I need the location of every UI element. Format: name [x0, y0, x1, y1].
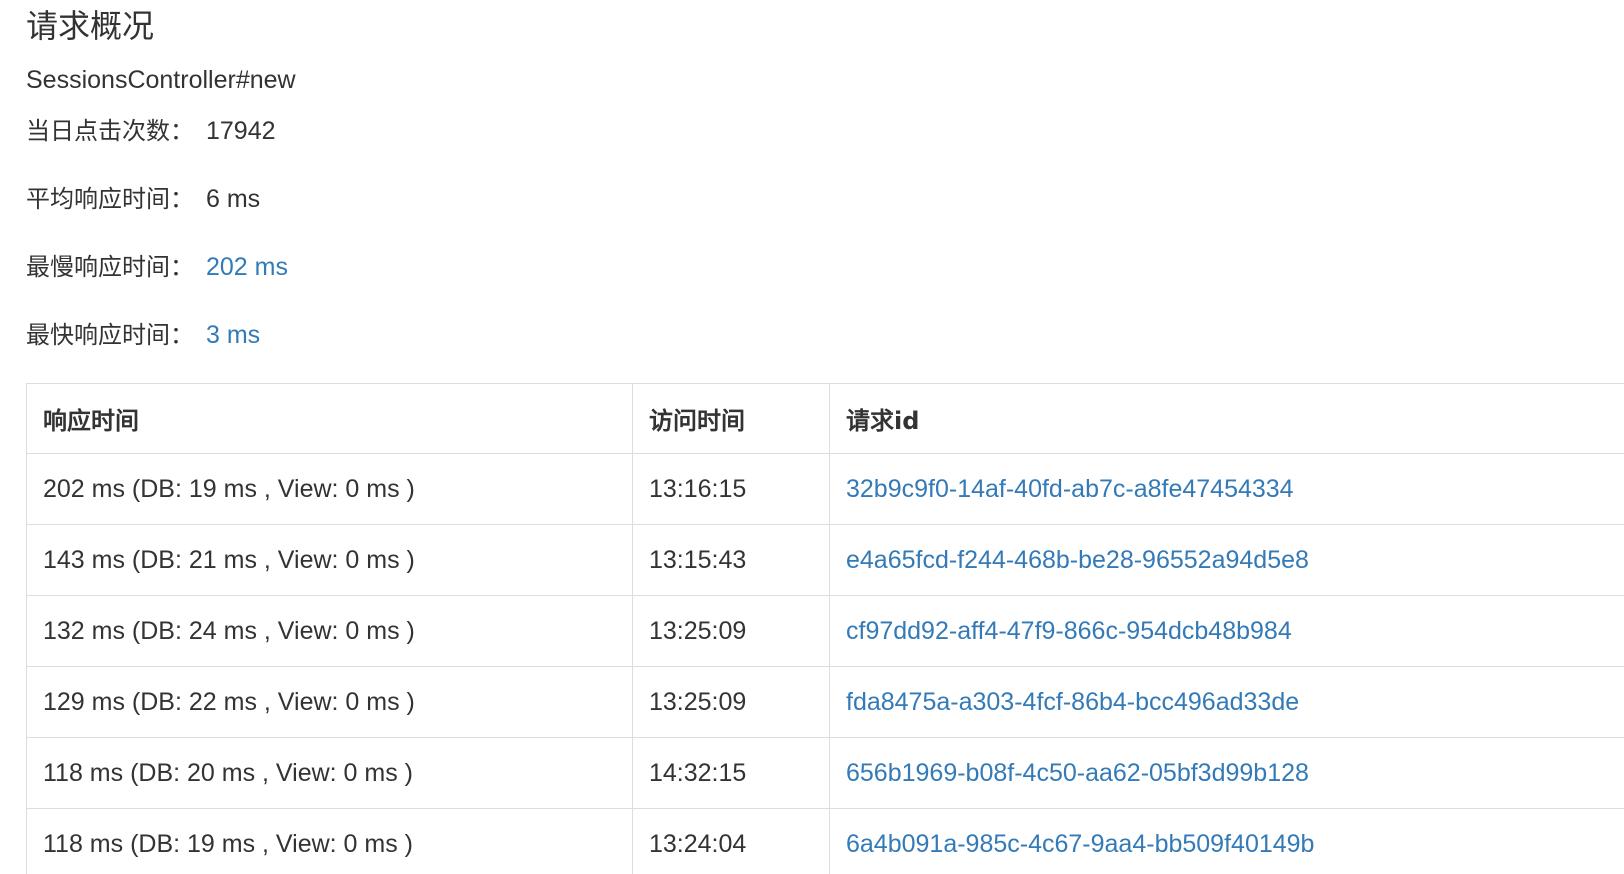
request-id-link[interactable]: 656b1969-b08f-4c50-aa62-05bf3d99b128 [829, 737, 1624, 809]
table-row: 118 ms (DB: 19 ms , View: 0 ms ) 13:24:0… [26, 808, 1624, 874]
cell-visit-time: 13:16:15 [632, 453, 830, 525]
cell-visit-time: 13:24:04 [632, 808, 830, 874]
cell-response-time: 202 ms (DB: 19 ms , View: 0 ms ) [26, 453, 633, 525]
stat-slowest-response-link[interactable]: 202 ms [206, 253, 288, 281]
stat-daily-clicks: 当日点击次数： 17942 [26, 115, 276, 147]
cell-response-time: 143 ms (DB: 21 ms , View: 0 ms ) [26, 524, 633, 596]
request-id-link[interactable]: fda8475a-a303-4fcf-86b4-bcc496ad33de [829, 666, 1624, 738]
cell-visit-time: 13:15:43 [632, 524, 830, 596]
table-row: 118 ms (DB: 20 ms , View: 0 ms ) 14:32:1… [26, 737, 1624, 809]
column-header-visit-time: 访问时间 [632, 383, 830, 454]
column-header-request-id: 请求id [829, 383, 1624, 454]
stat-daily-clicks-label: 当日点击次数： [26, 117, 194, 145]
page-title: 请求概况 [26, 7, 155, 45]
table-row: 202 ms (DB: 19 ms , View: 0 ms ) 13:16:1… [26, 453, 1624, 525]
cell-response-time: 118 ms (DB: 20 ms , View: 0 ms ) [26, 737, 633, 809]
stat-fastest-response: 最快响应时间： 3 ms [26, 319, 260, 351]
requests-table: 响应时间 访问时间 请求id 202 ms (DB: 19 ms , View:… [26, 383, 1624, 874]
request-id-link[interactable]: e4a65fcd-f244-468b-be28-96552a94d5e8 [829, 524, 1624, 596]
cell-response-time: 129 ms (DB: 22 ms , View: 0 ms ) [26, 666, 633, 738]
cell-response-time: 132 ms (DB: 24 ms , View: 0 ms ) [26, 595, 633, 667]
stat-avg-response-label: 平均响应时间： [26, 185, 194, 213]
table-header-row: 响应时间 访问时间 请求id [26, 383, 1624, 454]
stat-fastest-response-label: 最快响应时间： [26, 321, 194, 349]
cell-visit-time: 14:32:15 [632, 737, 830, 809]
table-row: 129 ms (DB: 22 ms , View: 0 ms ) 13:25:0… [26, 666, 1624, 738]
request-overview-page: 请求概况 SessionsController#new 当日点击次数： 17942… [0, 0, 1624, 874]
cell-response-time: 118 ms (DB: 19 ms , View: 0 ms ) [26, 808, 633, 874]
request-id-link[interactable]: 6a4b091a-985c-4c67-9aa4-bb509f40149b [829, 808, 1624, 874]
request-id-link[interactable]: 32b9c9f0-14af-40fd-ab7c-a8fe47454334 [829, 453, 1624, 525]
column-header-response-time: 响应时间 [26, 383, 633, 454]
table-row: 143 ms (DB: 21 ms , View: 0 ms ) 13:15:4… [26, 524, 1624, 596]
table-row: 132 ms (DB: 24 ms , View: 0 ms ) 13:25:0… [26, 595, 1624, 667]
request-id-link[interactable]: cf97dd92-aff4-47f9-866c-954dcb48b984 [829, 595, 1624, 667]
stat-slowest-response: 最慢响应时间： 202 ms [26, 251, 288, 283]
requests-table-container[interactable]: 响应时间 访问时间 请求id 202 ms (DB: 19 ms , View:… [26, 383, 1624, 874]
stat-daily-clicks-value: 17942 [206, 117, 276, 145]
stat-slowest-response-label: 最慢响应时间： [26, 253, 194, 281]
controller-action-name: SessionsController#new [26, 66, 296, 94]
cell-visit-time: 13:25:09 [632, 666, 830, 738]
stat-fastest-response-link[interactable]: 3 ms [206, 321, 260, 349]
stat-avg-response-value: 6 ms [206, 185, 261, 213]
cell-visit-time: 13:25:09 [632, 595, 830, 667]
stat-avg-response: 平均响应时间： 6 ms [26, 183, 260, 215]
